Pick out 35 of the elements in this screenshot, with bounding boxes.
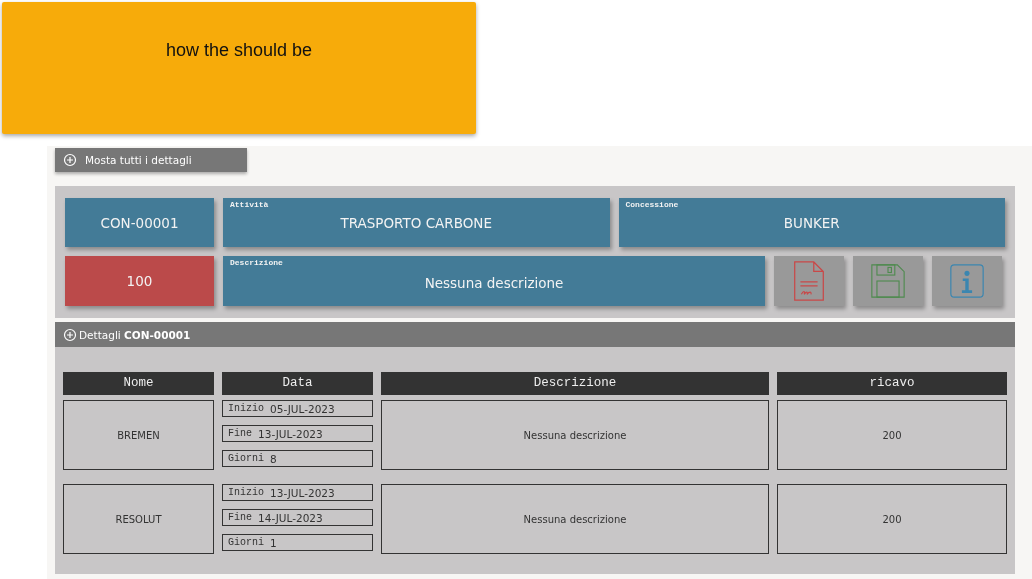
description-label: Descrizione [230, 258, 283, 267]
show-all-details-button[interactable]: Mosta tutti i dettagli [55, 148, 247, 172]
date-field: Inizio 13-JUL-2023 [222, 484, 373, 501]
concession-value: BUNKER [783, 214, 840, 231]
table-cell: Nessuna descrizione [381, 484, 769, 554]
table-cell: Nessuna descrizione [381, 400, 769, 470]
info-icon [950, 261, 984, 301]
date-field: Inizio 05-JUL-2023 [222, 400, 373, 417]
column-header: Nome [63, 372, 214, 395]
column-header: Descrizione [381, 372, 769, 395]
signed-document-icon [792, 261, 826, 301]
column-header: Data [222, 372, 373, 395]
save-button[interactable] [853, 256, 923, 306]
date-field: Giorni 1 [222, 534, 373, 551]
table-cell: 200 [777, 484, 1007, 554]
column-header: ricavo [777, 372, 1007, 395]
date-field: Fine 14-JUL-2023 [222, 509, 373, 526]
description-value: Nessuna descrizione [424, 275, 564, 291]
document-button[interactable] [774, 256, 844, 306]
concession-label: Concessione [625, 200, 679, 209]
plus-circle-icon [63, 153, 77, 167]
table-cell: 200 [777, 400, 1007, 470]
date-field: Fine 13-JUL-2023 [222, 425, 373, 442]
info-button[interactable] [932, 256, 1002, 306]
note-text: how the should be [165, 40, 313, 62]
table-cell: BREMEN [63, 400, 214, 470]
code-text: CON-00001 [100, 214, 179, 231]
details-title: Dettagli CON-00001 [79, 328, 191, 341]
amount-text: 100 [126, 273, 153, 289]
table-cell: RESOLUT [63, 484, 214, 554]
plus-circle-icon [63, 327, 77, 342]
date-field: Giorni 8 [222, 450, 373, 467]
activity-label: Attività [230, 200, 269, 209]
activity-value: TRASPORTO CARBONE [340, 214, 492, 231]
details-header[interactable]: Dettagli CON-00001 [55, 322, 1015, 347]
